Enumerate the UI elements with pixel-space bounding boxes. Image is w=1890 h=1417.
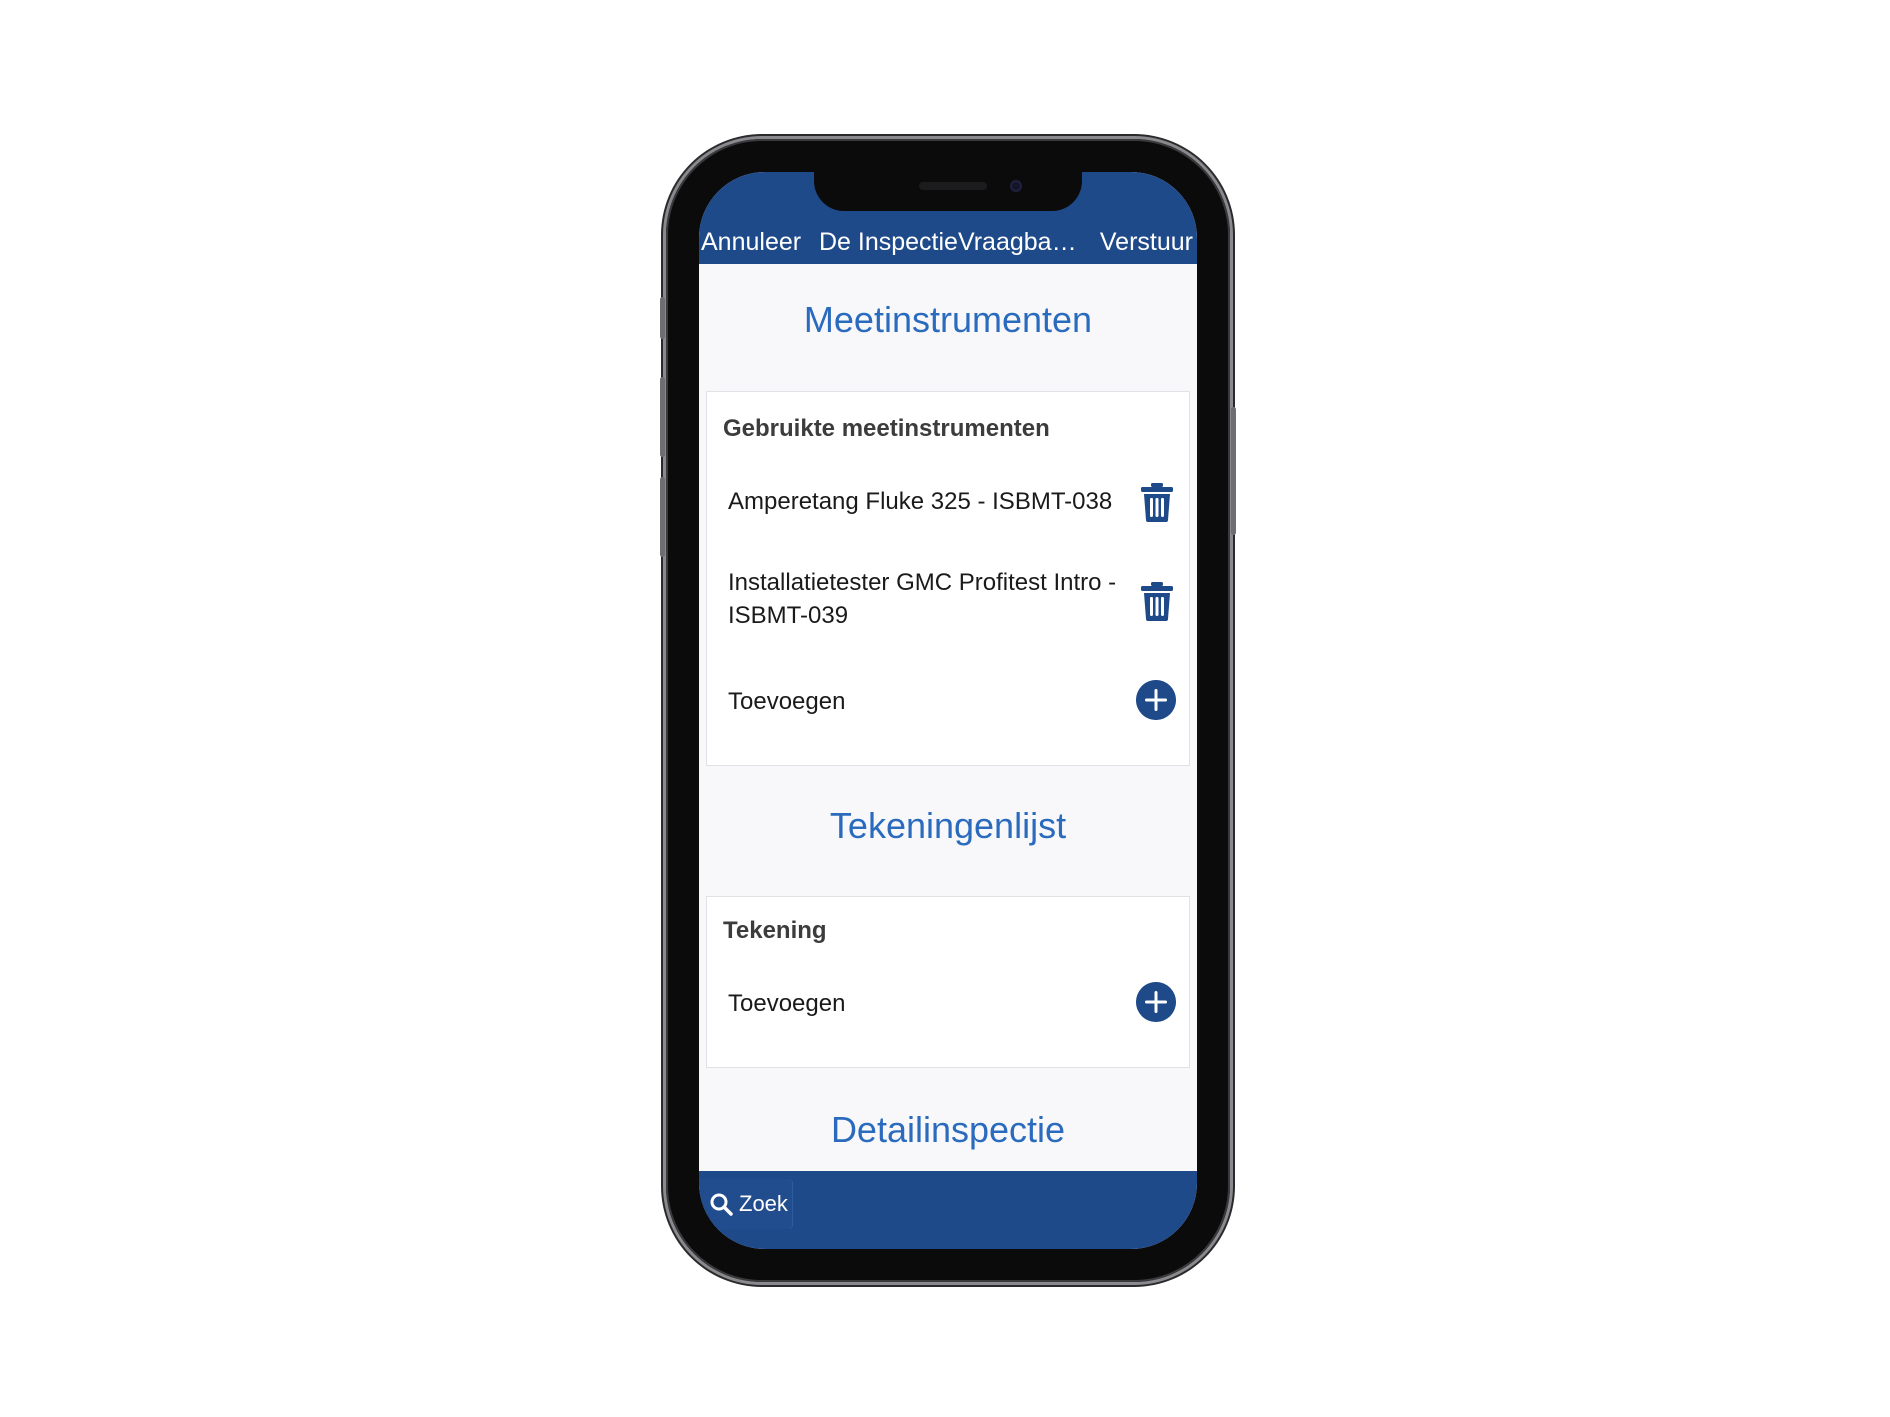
add-label: Toevoegen: [728, 990, 846, 1017]
list-item: Installatietester GMC Profitest Intro - …: [728, 566, 1188, 636]
section-title-tekeningenlijst: Tekeningenlijst: [829, 805, 1067, 846]
search-button[interactable]: Zoek: [699, 1179, 793, 1229]
card-header-gebruikte-meetinstrumenten: Gebruikte meetinstrumenten: [723, 415, 1050, 442]
add-label: Toevoegen: [728, 688, 846, 715]
bottom-toolbar: Zoek: [699, 1171, 1197, 1249]
list-item: Amperetang Fluke 325 - ISBMT-038: [728, 482, 1188, 522]
add-drawing-button[interactable]: Toevoegen: [728, 982, 1188, 1026]
search-label: Zoek: [739, 1191, 788, 1216]
section-title-meetinstrumenten: Meetinstrumenten: [803, 299, 1093, 340]
list-item-label: Installatietester GMC Profitest Intro - …: [728, 569, 1117, 629]
phone-screen: Annuleer De InspectieVraagbaak... Verstu…: [699, 172, 1197, 1249]
plus-circle-icon[interactable]: [1136, 982, 1176, 1022]
notch: [814, 172, 1082, 211]
list-item-label: Amperetang Fluke 325 - ISBMT-038: [728, 488, 1113, 515]
page-title: De InspectieVraagbaak...: [819, 228, 1089, 256]
card-tekeningenlijst: Tekening Toevoegen: [706, 896, 1190, 1068]
cancel-button[interactable]: Annuleer: [701, 227, 801, 257]
scroll-content[interactable]: Meetinstrumenten Gebruikte meetinstrumen…: [699, 264, 1197, 1171]
trash-icon[interactable]: [1140, 482, 1174, 522]
side-button-silent: [660, 297, 665, 339]
phone-frame: Annuleer De InspectieVraagbaak... Verstu…: [660, 139, 1236, 1282]
stage: Annuleer De InspectieVraagbaak... Verstu…: [0, 0, 1890, 1417]
side-button-volume-down: [660, 477, 665, 557]
send-button[interactable]: Verstuur: [1100, 227, 1193, 257]
front-camera: [1010, 180, 1022, 192]
side-button-power: [1231, 407, 1236, 535]
section-title-detailinspectie: Detailinspectie: [830, 1109, 1066, 1150]
plus-circle-icon[interactable]: [1136, 680, 1176, 720]
add-measuring-instrument-button[interactable]: Toevoegen: [728, 680, 1188, 724]
card-meetinstrumenten: Gebruikte meetinstrumenten Amperetang Fl…: [706, 391, 1190, 766]
speaker-grille: [919, 182, 987, 190]
search-icon: [710, 1193, 733, 1216]
card-header-tekening: Tekening: [723, 917, 827, 944]
side-button-volume-up: [660, 377, 665, 457]
trash-icon[interactable]: [1140, 581, 1174, 621]
